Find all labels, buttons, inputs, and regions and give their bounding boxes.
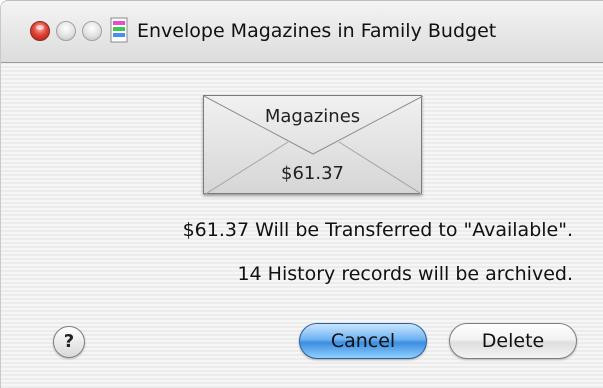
help-button[interactable]: ? bbox=[53, 326, 85, 358]
minimize-window-button[interactable] bbox=[56, 21, 76, 41]
envelope-name: Magazines bbox=[264, 106, 361, 127]
transfer-message: $61.37 Will be Transferred to "Available… bbox=[182, 219, 573, 241]
window-title: Envelope Magazines in Family Budget bbox=[137, 20, 497, 42]
zoom-window-button[interactable] bbox=[82, 21, 102, 41]
delete-button[interactable]: Delete bbox=[449, 323, 577, 359]
close-window-button[interactable] bbox=[30, 21, 50, 41]
envelope-amount: $61.37 bbox=[281, 163, 344, 184]
budget-app-icon bbox=[110, 17, 128, 43]
title-bar[interactable]: Envelope Magazines in Family Budget bbox=[1, 1, 603, 63]
envelope-graphic: Magazines $61.37 bbox=[203, 95, 423, 195]
dialog-window: Envelope Magazines in Family Budget Maga… bbox=[0, 0, 603, 388]
cancel-button[interactable]: Cancel bbox=[299, 323, 427, 359]
archive-message: 14 History records will be archived. bbox=[237, 263, 573, 285]
